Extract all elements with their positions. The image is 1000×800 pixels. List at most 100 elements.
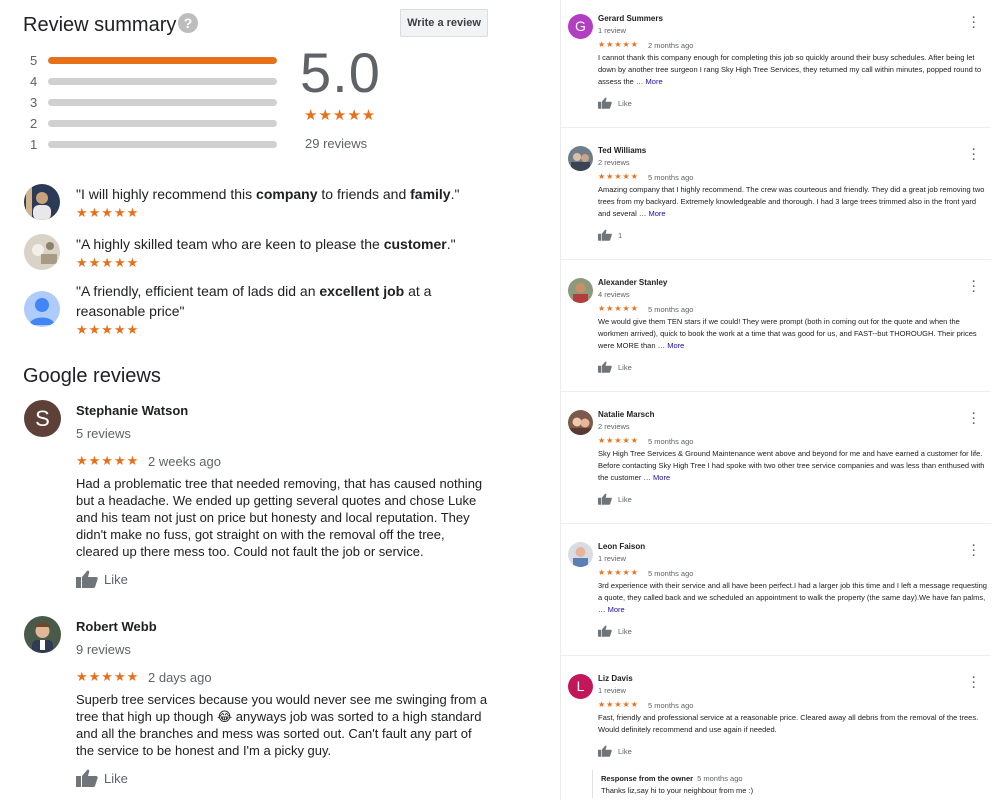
thumbs-up-icon	[598, 361, 612, 375]
reviewer-review-count: 4 reviews	[598, 290, 630, 299]
review-stars: ★★★★★	[598, 436, 639, 445]
rating-bar-label: 1	[30, 137, 38, 152]
thumbs-up-icon	[598, 97, 612, 111]
default-profile-icon	[24, 291, 60, 327]
like-label: Like	[104, 770, 128, 786]
review-summary-title: Review summary	[23, 14, 177, 36]
rating-bar-fill	[48, 57, 277, 64]
review-card: Natalie Marsch 2 reviews · · · ★★★★★ 5 mon…	[561, 396, 991, 524]
user-photo-icon	[568, 278, 593, 303]
review-text: Amazing company that I highly recommend.…	[598, 185, 985, 218]
like-button[interactable]: Like	[598, 493, 632, 507]
more-options-icon[interactable]: · · ·	[971, 541, 977, 562]
like-button[interactable]: 1	[598, 229, 622, 243]
more-link[interactable]: More	[608, 605, 625, 614]
review-date: 5 months ago	[648, 701, 694, 710]
like-label: Like	[618, 98, 632, 108]
owner-response-label: Response from the owner	[601, 774, 694, 783]
reviewer-name[interactable]: Gerard Summers	[598, 14, 663, 23]
snippet-1: "I will highly recommend this company to…	[24, 184, 494, 224]
more-options-icon[interactable]: · · ·	[971, 145, 977, 166]
reviewer-review-count: 9 reviews	[76, 642, 131, 657]
review-text: I cannot thank this company enough for c…	[598, 53, 982, 86]
owner-response-text: Thanks liz,say hi to your neighbour from…	[601, 786, 754, 795]
more-options-icon[interactable]: · · ·	[971, 409, 977, 430]
like-label: Like	[618, 362, 632, 372]
reviewer-name[interactable]: Stephanie Watson	[76, 403, 188, 418]
avatar[interactable]	[568, 146, 593, 171]
review-count-link[interactable]: 29 reviews	[305, 136, 367, 151]
user-photo-icon	[24, 234, 60, 270]
user-photo-icon	[24, 184, 60, 220]
review-stars: ★★★★★	[598, 40, 639, 49]
rating-bar-label: 2	[30, 116, 38, 131]
reviewer-name[interactable]: Ted Williams	[598, 146, 646, 155]
user-photo-icon	[568, 410, 593, 435]
reviewer-name[interactable]: Liz Davis	[598, 674, 633, 683]
reviewer-name[interactable]: Alexander Stanley	[598, 278, 667, 287]
avatar[interactable]	[568, 542, 593, 567]
more-options-icon[interactable]: · · ·	[971, 673, 977, 694]
avatar[interactable]: G	[568, 14, 593, 39]
write-review-button[interactable]: Write a review	[400, 9, 488, 37]
like-button[interactable]: Like	[598, 625, 632, 639]
like-button[interactable]: Like	[76, 769, 128, 790]
rating-bar-track	[48, 99, 277, 106]
like-button[interactable]: Like	[76, 570, 128, 591]
avatar[interactable]: L	[568, 674, 593, 699]
avatar	[24, 291, 60, 327]
review-text: Sky High Tree Services & Ground Maintena…	[598, 449, 985, 482]
review-stars: ★★★★★	[598, 172, 639, 181]
owner-response-date: 5 months ago	[697, 774, 743, 783]
more-options-icon[interactable]: · · ·	[971, 277, 977, 298]
user-photo-icon	[568, 542, 593, 567]
review-text: We would give them TEN stars if we could…	[598, 317, 977, 350]
more-options-icon[interactable]: · · ·	[971, 13, 977, 34]
avatar[interactable]	[24, 616, 61, 653]
reviewer-name[interactable]: Natalie Marsch	[598, 410, 654, 419]
like-button[interactable]: Like	[598, 745, 632, 759]
review-card: Ted Williams 2 reviews · · · ★★★★★ 5 month…	[561, 132, 991, 260]
more-link[interactable]: More	[646, 77, 663, 86]
avatar	[24, 184, 60, 220]
review-stars: ★★★★★	[76, 669, 140, 684]
like-label: Like	[618, 746, 632, 756]
google-reviews-title: Google reviews	[23, 365, 161, 387]
review-date: 5 months ago	[648, 173, 694, 182]
reviewer-review-count: 1 review	[598, 26, 626, 35]
avatar[interactable]: S	[24, 400, 61, 437]
avatar[interactable]	[568, 410, 593, 435]
reviewer-review-count: 5 reviews	[76, 426, 131, 441]
like-button[interactable]: Like	[598, 361, 632, 375]
review-date: 5 months ago	[648, 437, 694, 446]
more-link[interactable]: More	[648, 209, 665, 218]
more-link[interactable]: More	[667, 341, 684, 350]
reviewer-name[interactable]: Leon Faison	[598, 542, 645, 551]
like-button[interactable]: Like	[598, 97, 632, 111]
rating-bar-label: 5	[30, 53, 38, 68]
review-card: Robert Webb 9 reviews ★★★★★ 2 days ago S…	[24, 616, 494, 800]
average-stars: ★★★★★	[304, 107, 377, 124]
reviewer-review-count: 2 reviews	[598, 158, 630, 167]
rating-bar-track	[48, 78, 277, 85]
reviewer-review-count: 1 review	[598, 686, 626, 695]
review-card: S Stephanie Watson 5 reviews ★★★★★ 2 wee…	[24, 400, 494, 600]
review-date: 5 months ago	[648, 305, 694, 314]
review-date: 2 weeks ago	[148, 454, 221, 469]
review-date: 2 days ago	[148, 670, 212, 685]
help-icon[interactable]: ?	[178, 13, 198, 33]
like-label: Like	[618, 494, 632, 504]
thumbs-up-icon	[76, 570, 98, 591]
review-date: 2 months ago	[648, 41, 694, 50]
rating-bar-5: 5	[30, 53, 280, 68]
avatar[interactable]	[568, 278, 593, 303]
reviewer-name[interactable]: Robert Webb	[76, 619, 157, 634]
average-score: 5.0	[300, 41, 381, 104]
review-card: Alexander Stanley 4 reviews · · · ★★★★★ 5 …	[561, 264, 991, 392]
rating-bar-2: 2	[30, 116, 280, 131]
review-card: Leon Faison 1 review · · · ★★★★★ 5 months …	[561, 528, 991, 656]
thumbs-up-icon	[598, 493, 612, 507]
rating-bar-1: 1	[30, 137, 280, 152]
thumbs-up-icon	[76, 769, 98, 790]
more-link[interactable]: More	[653, 473, 670, 482]
